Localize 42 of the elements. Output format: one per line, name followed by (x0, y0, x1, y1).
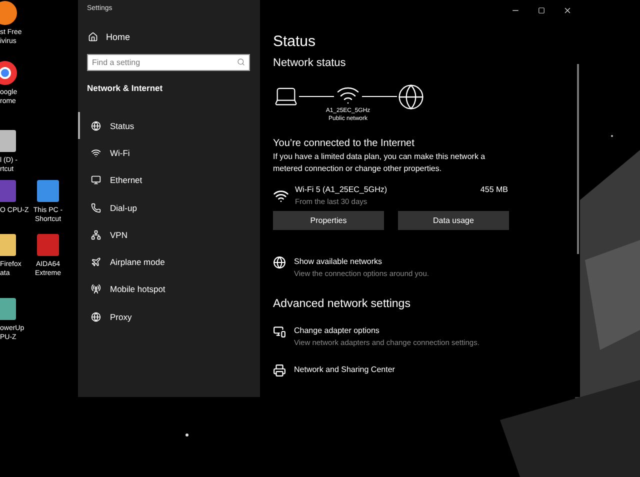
nav-item[interactable]: Mobile hotspot (78, 276, 260, 304)
globe-icon (397, 83, 425, 111)
phone-icon (91, 202, 101, 213)
nav-item[interactable]: Proxy (78, 303, 260, 330)
globe-icon (91, 312, 101, 322)
home-icon (88, 32, 98, 42)
data-usage-button[interactable]: Data usage (398, 211, 509, 230)
description: If you have a limited data plan, you can make this network a metered connection or change other properties. (273, 151, 486, 175)
globe-icon (273, 256, 286, 269)
link-title[interactable]: Change adapter options (294, 325, 480, 337)
data-usage-amount: 455 MB (480, 184, 508, 196)
page-title: Status (273, 33, 317, 50)
airplane-icon (91, 257, 101, 268)
app-icon (35, 232, 61, 258)
antenna-icon (91, 284, 101, 294)
wifi-icon (91, 148, 101, 158)
nav-item[interactable]: Ethernet (78, 166, 260, 194)
printer-icon (273, 364, 286, 377)
link-title[interactable]: Network and Sharing Center (294, 364, 395, 376)
wifi-icon (273, 188, 289, 204)
app-icon (35, 178, 61, 204)
scrollbar[interactable] (577, 64, 579, 254)
section-heading: Network status (273, 57, 347, 69)
maximize-icon (538, 6, 544, 14)
close-icon (562, 6, 572, 14)
properties-button[interactable]: Properties (273, 211, 384, 230)
network-icon (91, 230, 101, 240)
monitor-icon (273, 325, 286, 338)
nav-item[interactable]: Wi-Fi (78, 139, 260, 167)
connection-name: Wi-Fi 5 (A1_25EC_5GHz) (295, 184, 388, 196)
home-link[interactable]: Home (88, 30, 260, 44)
section-heading: Network & Internet (87, 83, 164, 93)
monitor-icon (91, 175, 101, 186)
link-title[interactable]: Show available networks (294, 256, 429, 268)
globe-icon (91, 120, 101, 131)
search-icon (237, 58, 245, 66)
search-field[interactable]: Find a setting (87, 54, 250, 71)
nav-item[interactable]: VPN (78, 221, 260, 248)
connection-status: You’re connected to the Internet (273, 138, 416, 149)
nav-item[interactable]: Airplane mode (78, 248, 260, 276)
section-heading: Advanced network settings (273, 298, 412, 310)
nav-item[interactable]: Dial-up (78, 194, 260, 222)
